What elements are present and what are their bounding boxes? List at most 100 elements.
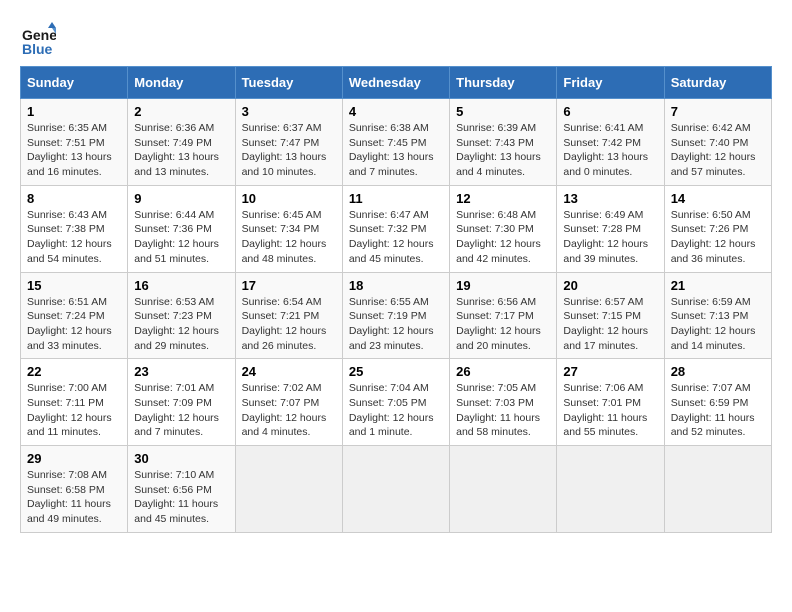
calendar-cell: 6 Sunrise: 6:41 AMSunset: 7:42 PMDayligh… [557, 99, 664, 186]
calendar-cell: 25 Sunrise: 7:04 AMSunset: 7:05 PMDaylig… [342, 359, 449, 446]
day-number: 12 [456, 191, 550, 206]
calendar-cell: 29 Sunrise: 7:08 AMSunset: 6:58 PMDaylig… [21, 446, 128, 533]
calendar-cell: 23 Sunrise: 7:01 AMSunset: 7:09 PMDaylig… [128, 359, 235, 446]
day-info: Sunrise: 7:01 AMSunset: 7:09 PMDaylight:… [134, 381, 228, 440]
day-number: 24 [242, 364, 336, 379]
day-number: 14 [671, 191, 765, 206]
calendar-cell: 26 Sunrise: 7:05 AMSunset: 7:03 PMDaylig… [450, 359, 557, 446]
day-number: 7 [671, 104, 765, 119]
day-number: 8 [27, 191, 121, 206]
calendar-cell: 19 Sunrise: 6:56 AMSunset: 7:17 PMDaylig… [450, 272, 557, 359]
calendar-cell: 7 Sunrise: 6:42 AMSunset: 7:40 PMDayligh… [664, 99, 771, 186]
day-info: Sunrise: 6:57 AMSunset: 7:15 PMDaylight:… [563, 295, 657, 354]
calendar-table: SundayMondayTuesdayWednesdayThursdayFrid… [20, 66, 772, 533]
calendar-cell: 28 Sunrise: 7:07 AMSunset: 6:59 PMDaylig… [664, 359, 771, 446]
day-number: 23 [134, 364, 228, 379]
day-number: 26 [456, 364, 550, 379]
day-info: Sunrise: 7:08 AMSunset: 6:58 PMDaylight:… [27, 468, 121, 527]
day-number: 1 [27, 104, 121, 119]
day-info: Sunrise: 6:59 AMSunset: 7:13 PMDaylight:… [671, 295, 765, 354]
day-info: Sunrise: 6:43 AMSunset: 7:38 PMDaylight:… [27, 208, 121, 267]
calendar-cell: 1 Sunrise: 6:35 AMSunset: 7:51 PMDayligh… [21, 99, 128, 186]
day-info: Sunrise: 6:50 AMSunset: 7:26 PMDaylight:… [671, 208, 765, 267]
calendar-cell: 16 Sunrise: 6:53 AMSunset: 7:23 PMDaylig… [128, 272, 235, 359]
day-info: Sunrise: 6:44 AMSunset: 7:36 PMDaylight:… [134, 208, 228, 267]
calendar-cell: 10 Sunrise: 6:45 AMSunset: 7:34 PMDaylig… [235, 185, 342, 272]
day-number: 29 [27, 451, 121, 466]
day-number: 28 [671, 364, 765, 379]
calendar-cell: 22 Sunrise: 7:00 AMSunset: 7:11 PMDaylig… [21, 359, 128, 446]
page-header: General Blue [20, 20, 772, 56]
calendar-cell: 20 Sunrise: 6:57 AMSunset: 7:15 PMDaylig… [557, 272, 664, 359]
calendar-week-row: 15 Sunrise: 6:51 AMSunset: 7:24 PMDaylig… [21, 272, 772, 359]
day-number: 30 [134, 451, 228, 466]
day-info: Sunrise: 7:00 AMSunset: 7:11 PMDaylight:… [27, 381, 121, 440]
day-number: 2 [134, 104, 228, 119]
calendar-cell: 21 Sunrise: 6:59 AMSunset: 7:13 PMDaylig… [664, 272, 771, 359]
day-number: 25 [349, 364, 443, 379]
calendar-cell [342, 446, 449, 533]
day-number: 13 [563, 191, 657, 206]
weekday-header: Saturday [664, 67, 771, 99]
weekday-header: Thursday [450, 67, 557, 99]
logo: General Blue [20, 20, 30, 56]
day-number: 22 [27, 364, 121, 379]
calendar-cell [664, 446, 771, 533]
calendar-cell: 5 Sunrise: 6:39 AMSunset: 7:43 PMDayligh… [450, 99, 557, 186]
svg-text:Blue: Blue [22, 41, 53, 56]
calendar-cell [450, 446, 557, 533]
day-info: Sunrise: 6:54 AMSunset: 7:21 PMDaylight:… [242, 295, 336, 354]
weekday-header: Friday [557, 67, 664, 99]
day-info: Sunrise: 6:45 AMSunset: 7:34 PMDaylight:… [242, 208, 336, 267]
calendar-week-row: 1 Sunrise: 6:35 AMSunset: 7:51 PMDayligh… [21, 99, 772, 186]
day-info: Sunrise: 6:47 AMSunset: 7:32 PMDaylight:… [349, 208, 443, 267]
day-number: 11 [349, 191, 443, 206]
day-info: Sunrise: 6:35 AMSunset: 7:51 PMDaylight:… [27, 121, 121, 180]
calendar-cell: 24 Sunrise: 7:02 AMSunset: 7:07 PMDaylig… [235, 359, 342, 446]
day-number: 15 [27, 278, 121, 293]
day-number: 17 [242, 278, 336, 293]
day-number: 20 [563, 278, 657, 293]
weekday-header: Monday [128, 67, 235, 99]
calendar-cell: 11 Sunrise: 6:47 AMSunset: 7:32 PMDaylig… [342, 185, 449, 272]
calendar-cell [235, 446, 342, 533]
day-info: Sunrise: 6:48 AMSunset: 7:30 PMDaylight:… [456, 208, 550, 267]
day-number: 9 [134, 191, 228, 206]
weekday-header: Wednesday [342, 67, 449, 99]
day-number: 6 [563, 104, 657, 119]
calendar-cell: 4 Sunrise: 6:38 AMSunset: 7:45 PMDayligh… [342, 99, 449, 186]
calendar-cell: 2 Sunrise: 6:36 AMSunset: 7:49 PMDayligh… [128, 99, 235, 186]
day-info: Sunrise: 7:07 AMSunset: 6:59 PMDaylight:… [671, 381, 765, 440]
calendar-cell [557, 446, 664, 533]
calendar-cell: 15 Sunrise: 6:51 AMSunset: 7:24 PMDaylig… [21, 272, 128, 359]
day-number: 21 [671, 278, 765, 293]
day-number: 18 [349, 278, 443, 293]
day-info: Sunrise: 6:51 AMSunset: 7:24 PMDaylight:… [27, 295, 121, 354]
day-number: 4 [349, 104, 443, 119]
day-number: 3 [242, 104, 336, 119]
weekday-header: Tuesday [235, 67, 342, 99]
calendar-cell: 30 Sunrise: 7:10 AMSunset: 6:56 PMDaylig… [128, 446, 235, 533]
day-info: Sunrise: 6:56 AMSunset: 7:17 PMDaylight:… [456, 295, 550, 354]
calendar-week-row: 29 Sunrise: 7:08 AMSunset: 6:58 PMDaylig… [21, 446, 772, 533]
day-number: 19 [456, 278, 550, 293]
calendar-cell: 12 Sunrise: 6:48 AMSunset: 7:30 PMDaylig… [450, 185, 557, 272]
calendar-cell: 9 Sunrise: 6:44 AMSunset: 7:36 PMDayligh… [128, 185, 235, 272]
day-info: Sunrise: 6:38 AMSunset: 7:45 PMDaylight:… [349, 121, 443, 180]
day-number: 16 [134, 278, 228, 293]
day-info: Sunrise: 6:55 AMSunset: 7:19 PMDaylight:… [349, 295, 443, 354]
calendar-cell: 8 Sunrise: 6:43 AMSunset: 7:38 PMDayligh… [21, 185, 128, 272]
calendar-cell: 27 Sunrise: 7:06 AMSunset: 7:01 PMDaylig… [557, 359, 664, 446]
calendar-cell: 18 Sunrise: 6:55 AMSunset: 7:19 PMDaylig… [342, 272, 449, 359]
calendar-cell: 17 Sunrise: 6:54 AMSunset: 7:21 PMDaylig… [235, 272, 342, 359]
logo-icon: General Blue [20, 20, 56, 56]
day-info: Sunrise: 7:05 AMSunset: 7:03 PMDaylight:… [456, 381, 550, 440]
day-info: Sunrise: 6:53 AMSunset: 7:23 PMDaylight:… [134, 295, 228, 354]
day-info: Sunrise: 7:04 AMSunset: 7:05 PMDaylight:… [349, 381, 443, 440]
day-info: Sunrise: 6:49 AMSunset: 7:28 PMDaylight:… [563, 208, 657, 267]
calendar-week-row: 22 Sunrise: 7:00 AMSunset: 7:11 PMDaylig… [21, 359, 772, 446]
day-info: Sunrise: 7:06 AMSunset: 7:01 PMDaylight:… [563, 381, 657, 440]
calendar-cell: 3 Sunrise: 6:37 AMSunset: 7:47 PMDayligh… [235, 99, 342, 186]
day-number: 5 [456, 104, 550, 119]
day-info: Sunrise: 6:37 AMSunset: 7:47 PMDaylight:… [242, 121, 336, 180]
